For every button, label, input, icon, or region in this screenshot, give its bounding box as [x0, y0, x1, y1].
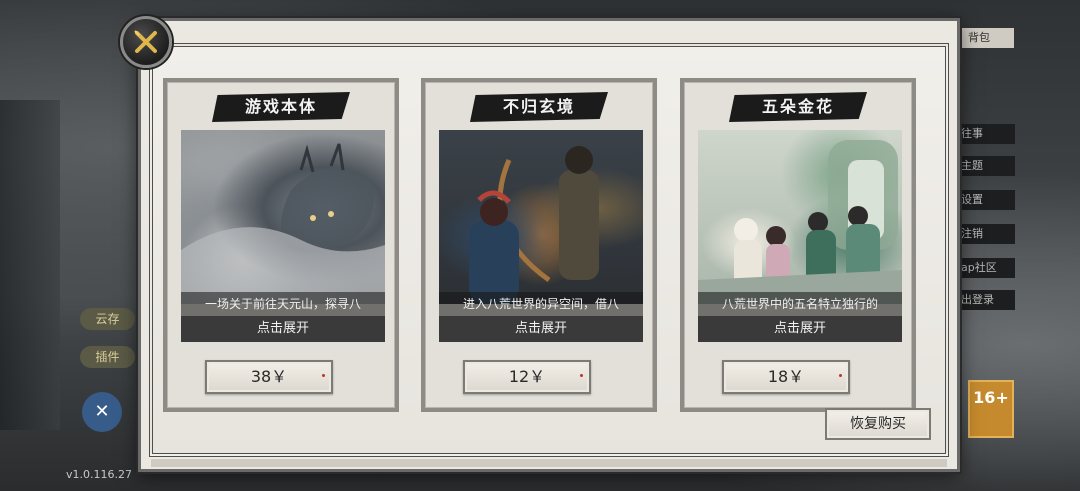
product-card-wuduojinhua: 五朵金花 八荒世界中的五名特立独行的 点击展开 18￥: [680, 78, 916, 412]
buy-button-wuduojinhua[interactable]: 18￥: [722, 360, 850, 394]
price-label: 18￥: [767, 367, 805, 386]
card-artwork-dragon: [181, 130, 385, 304]
bg-menu-item: 主题: [955, 156, 1015, 176]
dialog-footer-strip: [151, 459, 947, 467]
restore-purchase-button[interactable]: 恢复购买: [825, 408, 931, 440]
buy-button-base-game[interactable]: 38￥: [205, 360, 333, 394]
buy-button-buguixuanjing[interactable]: 12￥: [463, 360, 591, 394]
close-x-icon: [134, 30, 157, 53]
bg-menu-item: 往事: [955, 124, 1015, 144]
card-description: 进入八荒世界的异空间，借八: [439, 292, 643, 316]
card-title: 游戏本体: [212, 92, 350, 122]
card-artwork-five-heroines: [698, 130, 902, 304]
bg-cloud-save-pill: 云存: [80, 308, 135, 330]
bg-menu-item: 注销: [955, 224, 1015, 244]
price-label: 38￥: [250, 367, 288, 386]
product-card-base-game: 游戏本体 一场关于前往天元山，探寻八 点击展开 38￥: [163, 78, 399, 412]
expand-button[interactable]: 点击展开: [181, 316, 385, 342]
card-title: 五朵金花: [729, 92, 867, 122]
archer-illustration: [469, 146, 599, 304]
card-description: 一场关于前往天元山，探寻八: [181, 292, 385, 316]
bg-menu-item: 设置: [955, 190, 1015, 210]
background-side-art: [0, 100, 60, 430]
card-title: 不归玄境: [470, 92, 608, 122]
price-label: 12￥: [508, 367, 546, 386]
seal-dot-icon: [839, 374, 842, 377]
seal-dot-icon: [580, 374, 583, 377]
five-heroines-illustration: [698, 140, 902, 304]
bg-plugin-pill: 插件: [80, 346, 135, 368]
close-button[interactable]: [120, 16, 172, 68]
card-artwork-archer: [439, 130, 643, 304]
expand-button[interactable]: 点击展开: [439, 316, 643, 342]
bg-menu-item: ap社区: [955, 258, 1015, 278]
wrench-icon: ✕: [82, 392, 122, 432]
bg-header-label: 背包: [962, 28, 1014, 48]
bg-menu-item: 出登录: [955, 290, 1015, 310]
expand-button[interactable]: 点击展开: [698, 316, 902, 342]
seal-dot-icon: [322, 374, 325, 377]
product-card-buguixuanjing: 不归玄境 进入八荒世界的异空间，借八 点击展开 12￥: [421, 78, 657, 412]
dragon-illustration: [181, 143, 385, 304]
version-label: v1.0.116.27: [66, 468, 132, 481]
age-rating-badge: 16+: [968, 380, 1014, 438]
card-description: 八荒世界中的五名特立独行的: [698, 292, 902, 316]
